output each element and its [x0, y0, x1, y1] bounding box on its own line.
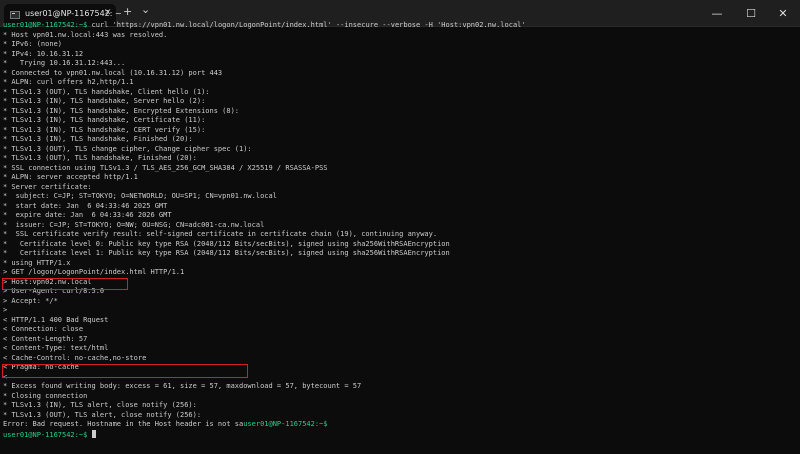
error-highlight-box	[2, 364, 248, 378]
status-highlight-box	[2, 278, 128, 290]
tab-close-icon[interactable]: ✕	[104, 8, 112, 18]
command-line: user01@NP-1167542:~$ curl 'https://vpn01…	[3, 21, 797, 31]
output-line: * TLSv1.3 (IN), TLS alert, close notify …	[3, 401, 197, 409]
output-line: > GET /logon/LogonPoint/index.html HTTP/…	[3, 268, 185, 276]
output-line: * IPv6: (none)	[3, 40, 63, 48]
output-line: * ALPN: curl offers h2,http/1.1	[3, 78, 134, 86]
prompt: user01@NP-1167542:~$	[243, 420, 328, 428]
output-line: * Connected to vpn01.nw.local (10.16.31.…	[3, 68, 223, 77]
output-block: * Host vpn01.nw.local:443 was resolved. *…	[3, 31, 797, 421]
output-line: * ALPN: server accepted http/1.1	[3, 173, 138, 181]
output-line: * start date: Jan 6 04:33:46 2025 GMT	[3, 201, 168, 210]
prompt: user01@NP-1167542:~$	[3, 21, 88, 29]
output-line: * TLSv1.3 (IN), TLS handshake, CERT veri…	[3, 125, 206, 134]
output-line: * TLSv1.3 (OUT), TLS handshake, Client h…	[3, 87, 210, 96]
output-line: * TLSv1.3 (OUT), TLS change cipher, Chan…	[3, 144, 252, 153]
output-line: < Content-Length: 57	[3, 334, 88, 343]
output-line: * SSL connection using TLSv1.3 / TLS_AES…	[3, 163, 328, 172]
prompt: user01@NP-1167542:~$	[3, 430, 88, 439]
dropdown-chevron-icon[interactable]: ⌄	[141, 3, 150, 17]
output-line: * expire date: Jan 6 04:33:46 2026 GMT	[3, 211, 172, 219]
output-line: > Accept: */*	[3, 296, 58, 305]
error-line: Error: Bad request. Hostname in the Host…	[3, 420, 797, 430]
output-line: * TLSv1.3 (IN), TLS handshake, Encrypted…	[3, 106, 240, 115]
text-cursor	[91, 429, 96, 438]
output-line: * TLSv1.3 (IN), TLS handshake, Server he…	[3, 97, 206, 105]
output-line: < HTTP/1.1 400 Bad Rquest	[3, 315, 109, 324]
output-line: * Excess found writing body: excess = 61…	[3, 382, 362, 390]
output-line: * TLSv1.3 (IN), TLS handshake, Finished …	[3, 135, 193, 143]
output-line: * Host vpn01.nw.local:443 was resolved.	[3, 30, 168, 39]
output-line: * Trying 10.16.31.12:443...	[3, 59, 126, 67]
output-line: * Certificate level 0: Public key type R…	[3, 239, 450, 248]
output-line: < Cache-Control: no-cache,no-store	[3, 353, 147, 362]
output-line: * Closing connection	[3, 391, 88, 400]
command-text: curl 'https://vpn01.nw.local/logon/Logon…	[87, 21, 526, 29]
output-line: * SSL certificate verify result: self-si…	[3, 230, 438, 238]
output-line: < Connection: close	[3, 325, 84, 333]
output-line: >	[3, 306, 8, 314]
output-line: * issuer: C=JP; ST=TOKYO; O=NW; OU=NSG; …	[3, 220, 265, 229]
final-prompt-line: user01@NP-1167542:~$	[3, 429, 797, 440]
output-line: * TLSv1.3 (OUT), TLS alert, close notify…	[3, 410, 202, 419]
output-line: * subject: C=JP; ST=TOKYO; O=NETWORLD; O…	[3, 192, 277, 200]
output-line: * TLSv1.3 (OUT), TLS handshake, Finished…	[3, 154, 197, 162]
terminal-icon	[10, 11, 20, 19]
output-line: * Certificate level 1: Public key type R…	[3, 249, 450, 257]
error-text: Error: Bad request. Hostname in the Host…	[3, 420, 244, 428]
output-line: < Content-Type: text/html	[3, 344, 109, 352]
output-line: * TLSv1.3 (IN), TLS handshake, Certifica…	[3, 116, 206, 124]
new-tab-button[interactable]: +	[123, 5, 132, 19]
output-line: * Server certificate:	[3, 182, 92, 191]
output-line: * IPv4: 10.16.31.12	[3, 49, 84, 58]
terminal-output[interactable]: user01@NP-1167542:~$ curl 'https://vpn01…	[3, 21, 797, 451]
output-line: * using HTTP/1.x	[3, 258, 71, 267]
